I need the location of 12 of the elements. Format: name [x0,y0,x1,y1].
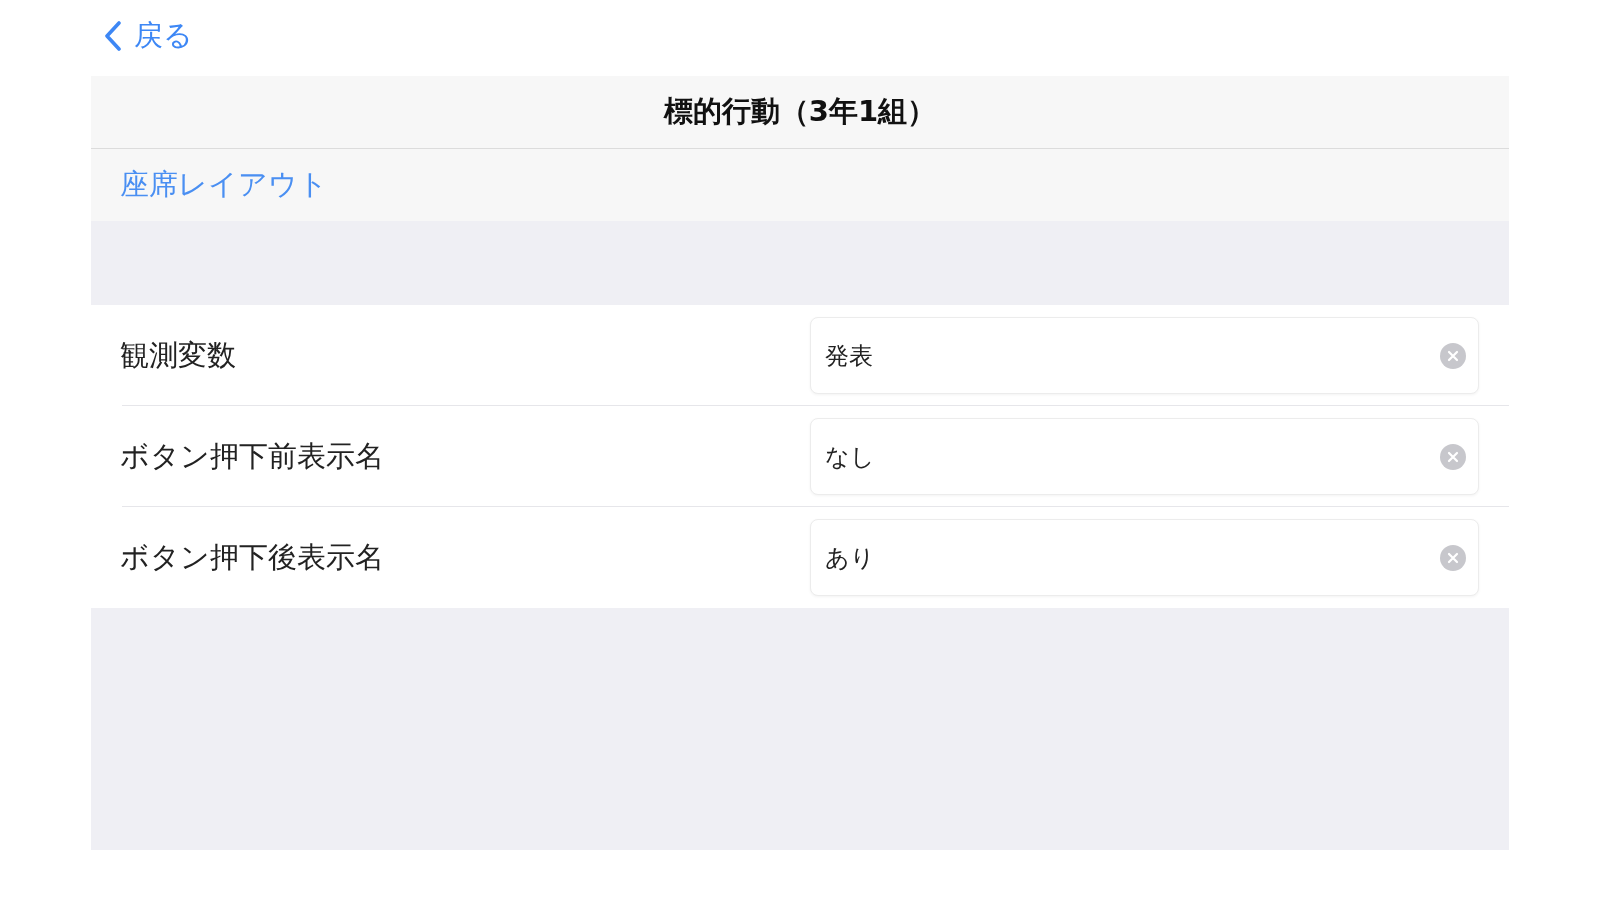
clear-icon[interactable] [1440,544,1466,571]
text-field[interactable]: 発表 [810,317,1479,394]
field-label: 観測変数 [120,336,236,374]
text-field[interactable]: あり [810,519,1479,596]
field-label: ボタン押下後表示名 [120,538,384,576]
field-label: ボタン押下前表示名 [120,437,384,475]
header-title: 標的行動（3年1組） [663,93,937,130]
text-field[interactable]: なし [810,418,1479,495]
clear-icon[interactable] [1440,342,1466,369]
clear-icon[interactable] [1440,443,1466,470]
back-button[interactable]: 戻る [104,16,193,56]
chevron-left-icon [104,21,122,51]
